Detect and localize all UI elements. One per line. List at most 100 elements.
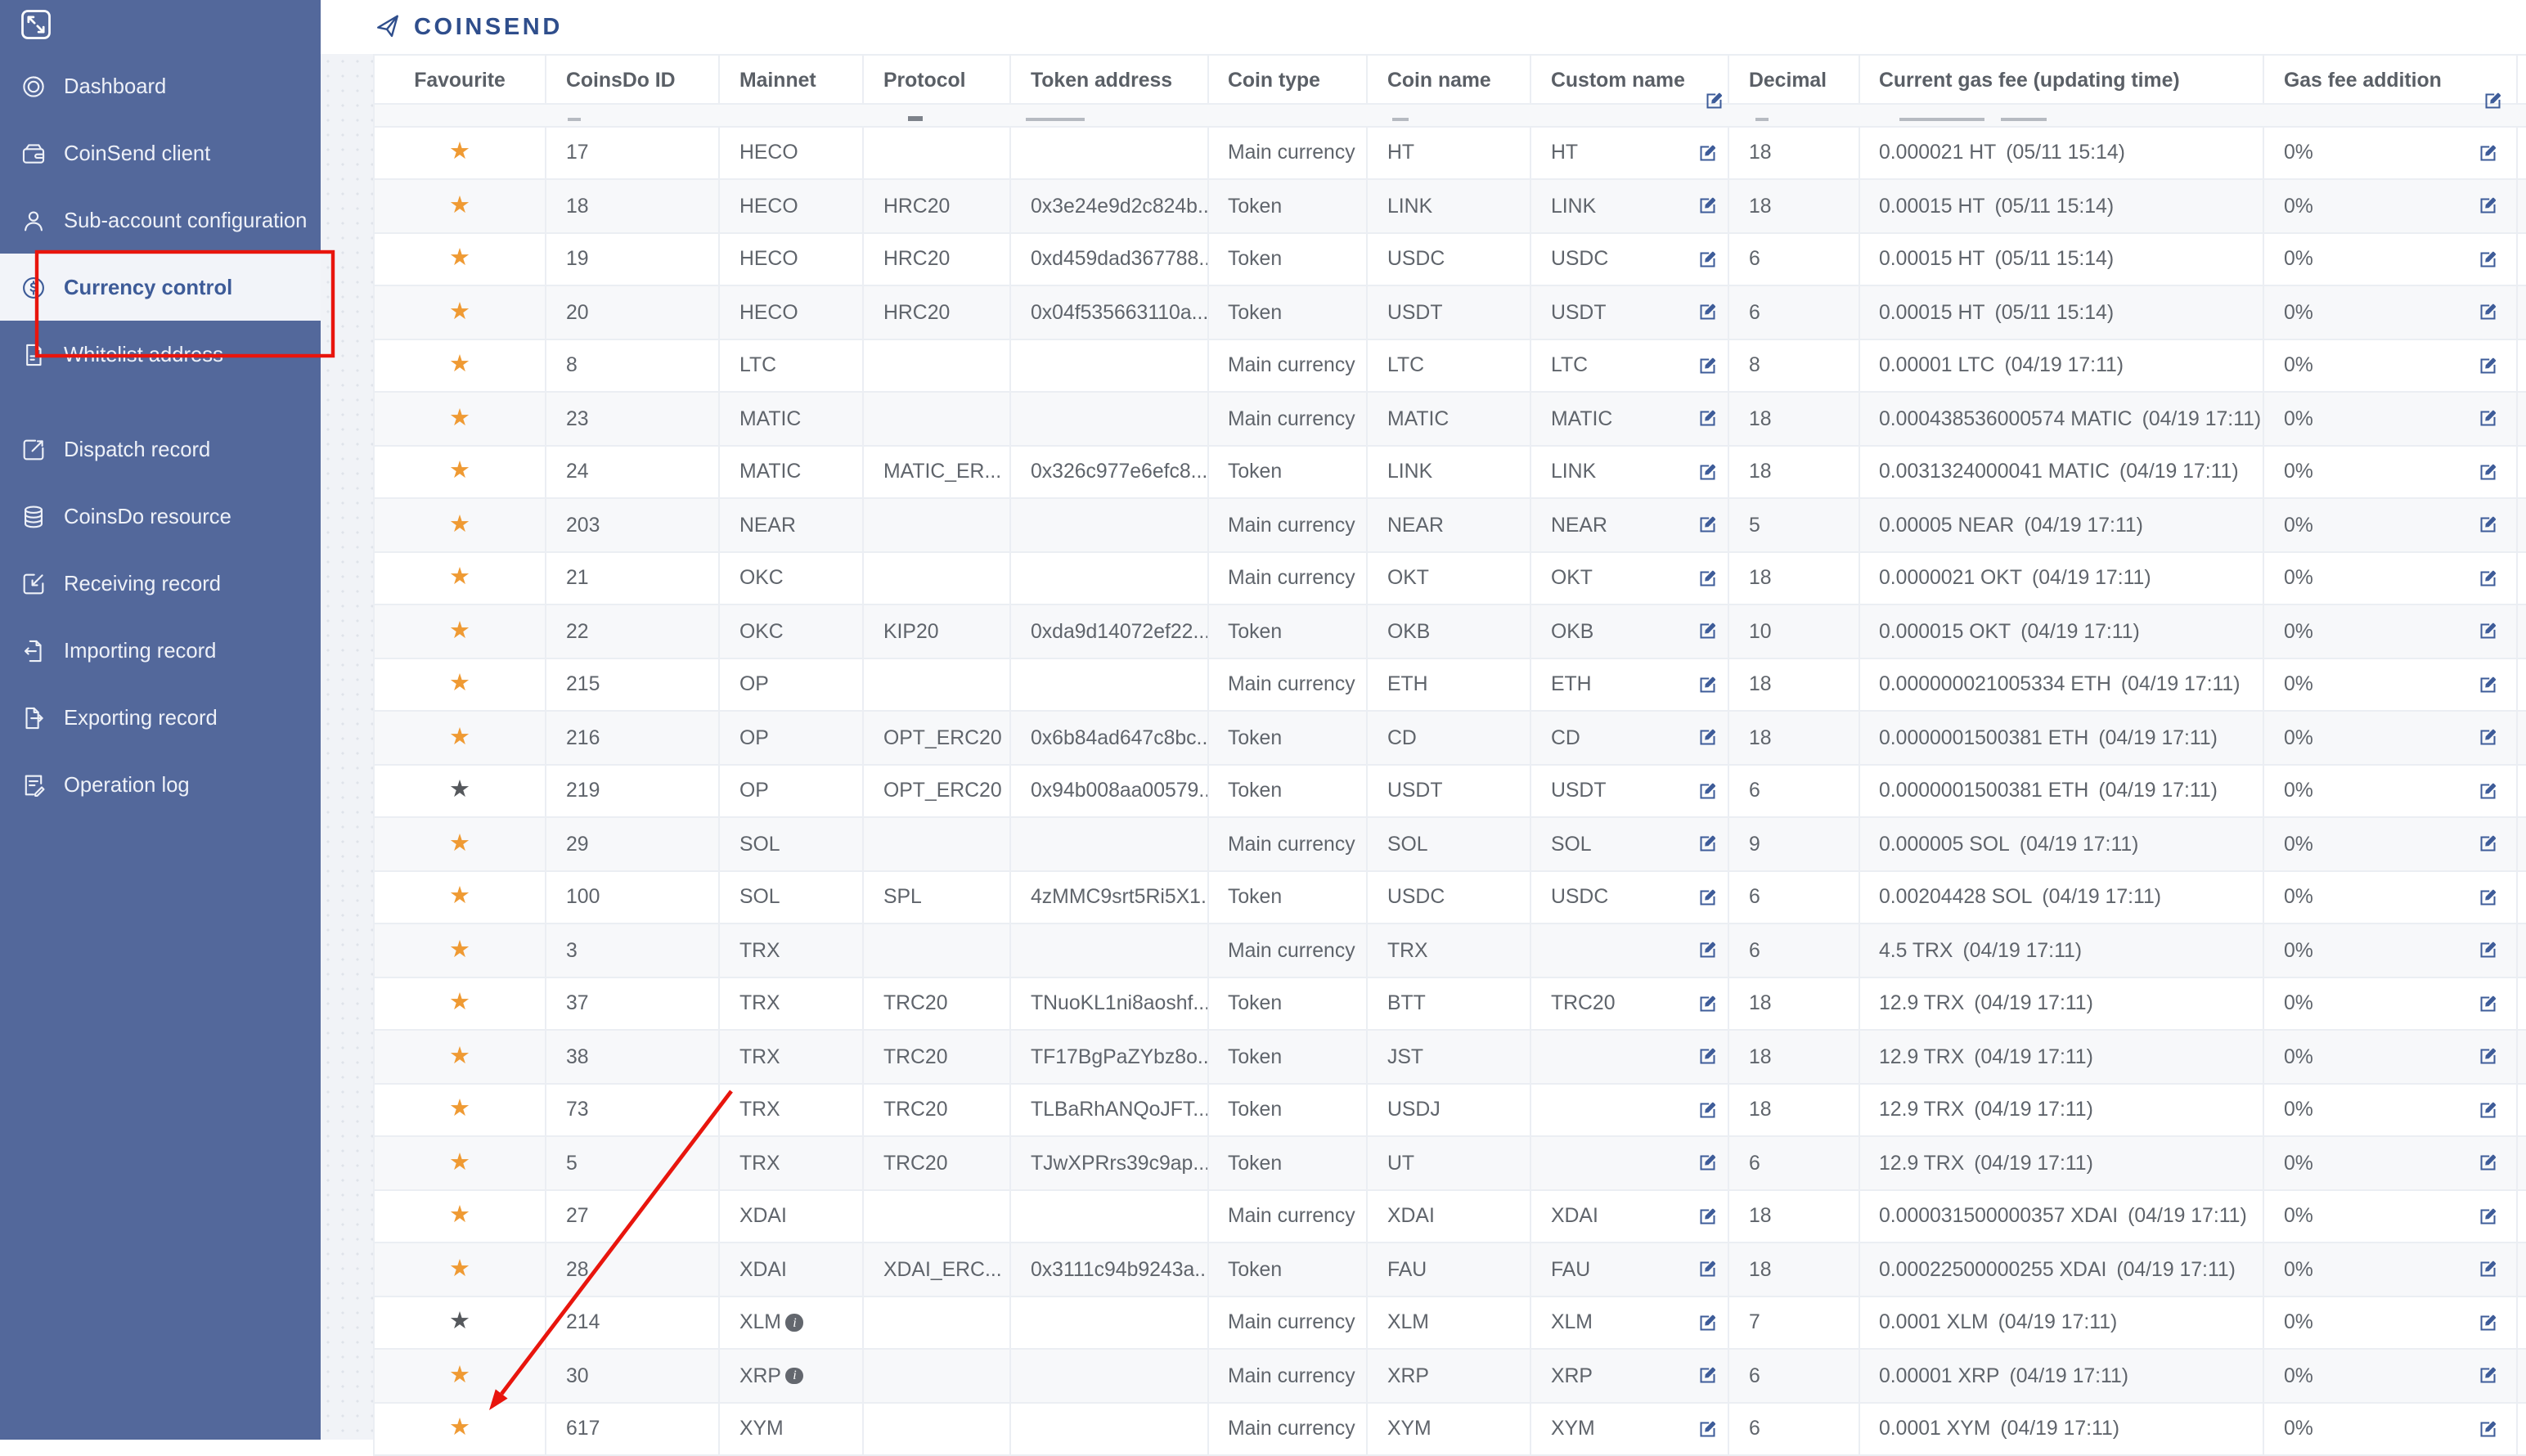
favourite-star-icon[interactable]: ★ [449, 1098, 470, 1121]
edit-gas-addition-icon[interactable] [2477, 514, 2499, 536]
edit-custom-name-icon[interactable] [1696, 354, 1718, 376]
edit-gas-addition-icon[interactable] [2477, 1045, 2499, 1067]
favourite-star-icon[interactable]: ★ [449, 991, 470, 1015]
edit-custom-name-icon[interactable] [1696, 567, 1718, 589]
edit-gas-addition-icon[interactable] [2482, 89, 2504, 116]
edit-custom-name-icon[interactable] [1696, 1364, 1718, 1386]
favourite-star-icon[interactable]: ★ [449, 300, 470, 324]
edit-gas-addition-icon[interactable] [2477, 1258, 2499, 1280]
custom-name-value: HT [1551, 142, 1578, 164]
edit-custom-name-icon[interactable] [1696, 1099, 1718, 1121]
sidebar-item-coinsend-client[interactable]: CoinSend client [0, 119, 321, 186]
favourite-star-icon[interactable]: ★ [449, 672, 470, 696]
coin-type-cell-value: Token [1228, 1045, 1282, 1068]
collapse-sidebar-icon[interactable] [18, 7, 54, 43]
edit-gas-addition-icon[interactable] [2477, 1152, 2499, 1174]
edit-gas-addition-icon[interactable] [2477, 567, 2499, 589]
favourite-star-icon[interactable]: ★ [449, 513, 470, 537]
edit-custom-name-icon[interactable] [1696, 461, 1718, 483]
favourite-star-icon[interactable]: ★ [449, 247, 470, 271]
sidebar-item-receiving-record[interactable]: Receiving record [0, 550, 321, 617]
favourite-star-icon[interactable]: ★ [449, 885, 470, 909]
edit-gas-addition-icon[interactable] [2477, 195, 2499, 217]
edit-gas-addition-icon[interactable] [2477, 886, 2499, 908]
favourite-star-icon[interactable]: ★ [449, 194, 470, 218]
edit-custom-name-icon[interactable] [1696, 1311, 1718, 1333]
sidebar-item-operation-log[interactable]: Operation log [0, 751, 321, 818]
edit-gas-addition-icon[interactable] [2477, 726, 2499, 748]
favourite-star-icon[interactable]: ★ [449, 353, 470, 377]
edit-custom-name-icon[interactable] [1696, 833, 1718, 855]
decimal-cell: 7 [1729, 1296, 1859, 1348]
edit-gas-addition-icon[interactable] [2477, 833, 2499, 855]
edit-custom-name-icon[interactable] [1696, 992, 1718, 1014]
edit-custom-name-icon[interactable] [1703, 89, 1725, 116]
sidebar-item-sub-account-configuration[interactable]: Sub-account configuration [0, 186, 321, 254]
favourite-star-icon[interactable]: ★ [449, 938, 470, 962]
edit-custom-name-icon[interactable] [1696, 407, 1718, 429]
edit-custom-name-icon[interactable] [1696, 514, 1718, 536]
sidebar-item-whitelist-address[interactable]: Whitelist address [0, 321, 321, 388]
gas-fee-updating-time: (04/19 17:11) [2020, 833, 2139, 856]
edit-gas-addition-icon[interactable] [2477, 1311, 2499, 1333]
edit-custom-name-icon[interactable] [1696, 673, 1718, 695]
favourite-star-icon[interactable]: ★ [449, 460, 470, 483]
sidebar-item-dashboard[interactable]: Dashboard [0, 52, 321, 119]
edit-custom-name-icon[interactable] [1696, 1045, 1718, 1067]
sidebar-item-exporting-record[interactable]: Exporting record [0, 684, 321, 751]
favourite-star-icon[interactable]: ★ [449, 141, 470, 164]
favourite-star-icon[interactable]: ★ [449, 1364, 470, 1387]
edit-custom-name-icon[interactable] [1696, 301, 1718, 323]
favourite-star-icon[interactable]: ★ [449, 1417, 470, 1440]
edit-gas-addition-icon[interactable] [2477, 407, 2499, 429]
favourite-star-icon[interactable]: ★ [449, 1204, 470, 1228]
edit-gas-addition-icon[interactable] [2477, 1364, 2499, 1386]
edit-custom-name-icon[interactable] [1696, 195, 1718, 217]
edit-gas-addition-icon[interactable] [2477, 992, 2499, 1014]
edit-custom-name-icon[interactable] [1696, 142, 1718, 164]
edit-custom-name-icon[interactable] [1696, 780, 1718, 802]
favourite-star-icon[interactable]: ★ [449, 619, 470, 643]
favourite-star-icon[interactable]: ★ [449, 832, 470, 856]
edit-gas-addition-icon[interactable] [2477, 620, 2499, 642]
token-address-cell: 0x326c977e6efc8... [1011, 446, 1208, 497]
info-icon[interactable]: i [786, 1314, 803, 1331]
edit-custom-name-icon[interactable] [1696, 248, 1718, 270]
edit-custom-name-icon[interactable] [1696, 886, 1718, 908]
edit-gas-addition-icon[interactable] [2477, 1418, 2499, 1440]
favourite-star-icon[interactable]: ★ [449, 779, 470, 802]
favourite-star-icon[interactable]: ★ [449, 726, 470, 749]
sidebar-item-dispatch-record[interactable]: Dispatch record [0, 416, 321, 483]
sidebar-item-coinsdo-resource[interactable]: CoinsDo resource [0, 483, 321, 550]
edit-gas-addition-icon[interactable] [2477, 939, 2499, 961]
edit-custom-name-icon[interactable] [1696, 620, 1718, 642]
sidebar-item-importing-record[interactable]: Importing record [0, 617, 321, 684]
favourite-star-icon[interactable]: ★ [449, 1257, 470, 1281]
user-icon [20, 206, 47, 234]
favourite-star-icon[interactable]: ★ [449, 407, 470, 430]
edit-custom-name-icon[interactable] [1696, 1258, 1718, 1280]
table-row-coin-5: ★5TRXTRC20TJwXPRrs39c9ap...TokenUT612.9 … [375, 1137, 2526, 1190]
edit-gas-addition-icon[interactable] [2477, 673, 2499, 695]
edit-gas-addition-icon[interactable] [2477, 248, 2499, 270]
coinsdo-id-cell-value: 21 [566, 567, 589, 590]
edit-custom-name-icon[interactable] [1696, 1418, 1718, 1440]
edit-custom-name-icon[interactable] [1696, 726, 1718, 748]
edit-custom-name-icon[interactable] [1696, 1205, 1718, 1227]
favourite-star-icon[interactable]: ★ [449, 1151, 470, 1175]
edit-custom-name-icon[interactable] [1696, 939, 1718, 961]
edit-gas-addition-icon[interactable] [2477, 461, 2499, 483]
favourite-star-icon[interactable]: ★ [449, 1045, 470, 1068]
edit-gas-addition-icon[interactable] [2477, 301, 2499, 323]
info-icon[interactable]: i [786, 1367, 803, 1384]
favourite-star-icon[interactable]: ★ [449, 566, 470, 590]
sidebar-item-currency-control[interactable]: Currency control [0, 254, 321, 321]
favourite-star-icon[interactable]: ★ [449, 1310, 470, 1334]
token-address-cell [1011, 339, 1208, 391]
edit-gas-addition-icon[interactable] [2477, 142, 2499, 164]
edit-custom-name-icon[interactable] [1696, 1152, 1718, 1174]
edit-gas-addition-icon[interactable] [2477, 354, 2499, 376]
edit-gas-addition-icon[interactable] [2477, 780, 2499, 802]
edit-gas-addition-icon[interactable] [2477, 1205, 2499, 1227]
edit-gas-addition-icon[interactable] [2477, 1099, 2499, 1121]
